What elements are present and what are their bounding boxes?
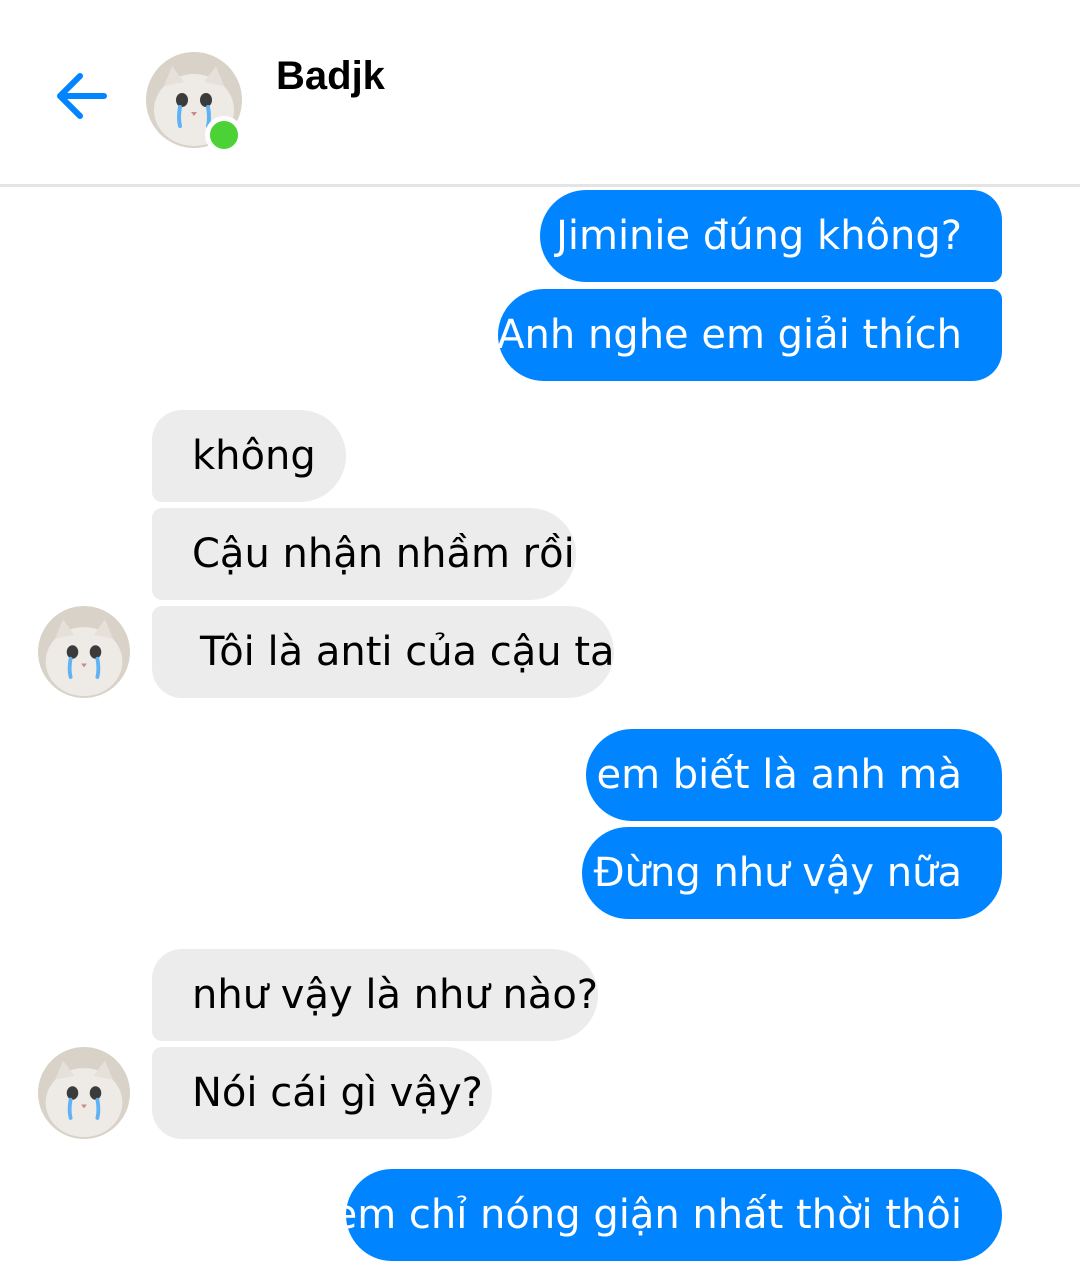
outgoing-message[interactable]: em chỉ nóng giận nhất thời thôi [333, 1169, 1002, 1261]
incoming-message[interactable]: như vậy là như nào? [152, 949, 598, 1041]
chat-header: Badjk [0, 0, 1080, 187]
outgoing-message[interactable]: Anh nghe em giải thích [497, 289, 1002, 381]
online-status-dot [205, 116, 243, 154]
incoming-message[interactable]: Tôi là anti của cậu ta [152, 606, 615, 698]
outgoing-message[interactable]: em biết là anh mà [586, 729, 1002, 821]
incoming-message[interactable]: Nói cái gì vậy? [152, 1047, 492, 1139]
sender-avatar[interactable] [38, 1047, 130, 1139]
outgoing-message[interactable]: Đừng như vậy nữa [582, 827, 1002, 919]
sender-avatar[interactable] [38, 606, 130, 698]
incoming-message[interactable]: Cậu nhận nhầm rồi [152, 508, 576, 600]
incoming-message[interactable]: không [152, 410, 346, 502]
outgoing-message[interactable]: Jiminie đúng không? [540, 190, 1002, 282]
back-arrow-icon[interactable] [50, 64, 114, 128]
contact-name[interactable]: Badjk [276, 54, 385, 99]
